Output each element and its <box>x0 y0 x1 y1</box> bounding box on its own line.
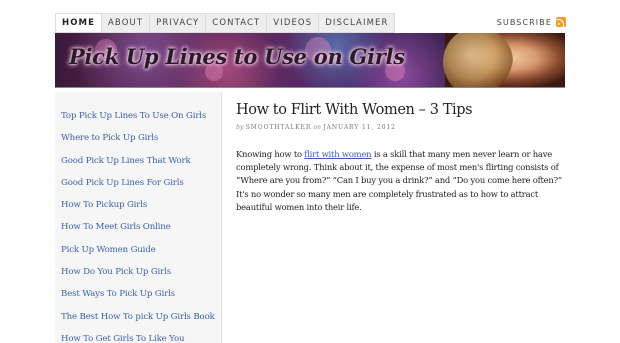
sidebar-item: How To Get Girls To Like You <box>55 326 221 343</box>
sidebar-link-best-book[interactable]: The Best How To pick Up Girls Book <box>61 312 215 322</box>
nav-contact[interactable]: CONTACT <box>206 13 268 33</box>
sidebar-link-where-to-pick-up[interactable]: Where to Pick Up Girls <box>61 133 158 143</box>
sidebar-item: How Do You Pick Up Girls <box>55 259 221 281</box>
blog-post: How to Flirt With Women – 3 Tips by SMOO… <box>236 102 566 214</box>
subscribe-label: SUBSCRIBE <box>496 17 552 27</box>
nav-about[interactable]: ABOUT <box>102 13 151 33</box>
sidebar-item: Good Pick Up Lines That Work <box>55 148 221 170</box>
byline-by: by <box>236 124 244 131</box>
sidebar-item: The Best How To pick Up Girls Book <box>55 304 221 326</box>
paragraph-text-start: Knowing how to <box>236 149 305 159</box>
post-paragraph: Knowing how to flirt with women is a ski… <box>236 148 566 214</box>
sidebar-link-list: Top Pick Up Lines To Use On Girls Where … <box>55 92 221 343</box>
subscribe-link[interactable]: SUBSCRIBE <box>497 17 566 27</box>
sidebar-link-top-pick-up-lines[interactable]: Top Pick Up Lines To Use On Girls <box>61 111 206 121</box>
sidebar-link-meet-girls-online[interactable]: How To Meet Girls Online <box>61 222 171 232</box>
nav-home[interactable]: HOME <box>55 13 103 33</box>
sidebar-link-good-lines-that-work[interactable]: Good Pick Up Lines That Work <box>61 156 191 166</box>
banner-photo-hair <box>443 33 513 87</box>
sidebar-link-pick-up-women-guide[interactable]: Pick Up Women Guide <box>61 245 156 255</box>
post-title[interactable]: How to Flirt With Women – 3 Tips <box>236 102 566 118</box>
sidebar-item: Good Pick Up Lines For Girls <box>55 170 221 192</box>
sidebar: Top Pick Up Lines To Use On Girls Where … <box>55 92 222 343</box>
post-byline: by SMOOTHTALKER on JANUARY 11, 2012 <box>236 124 566 131</box>
post-date: JANUARY 11, 2012 <box>323 124 396 131</box>
sidebar-link-best-ways[interactable]: Best Ways To Pick Up Girls <box>61 289 175 299</box>
sidebar-link-how-do-you-pick-up[interactable]: How Do You Pick Up Girls <box>61 267 171 277</box>
nav-disclaimer[interactable]: DISCLAIMER <box>319 13 396 33</box>
byline-on: on <box>313 124 322 131</box>
top-nav: HOME ABOUT PRIVACY CONTACT VIDEOS DISCLA… <box>55 13 396 33</box>
sidebar-item: Where to Pick Up Girls <box>55 125 221 147</box>
sidebar-item: Best Ways To Pick Up Girls <box>55 281 221 303</box>
site-title[interactable]: Pick Up Lines to Use on Girls <box>69 44 405 69</box>
sidebar-item: Top Pick Up Lines To Use On Girls <box>55 103 221 125</box>
nav-videos[interactable]: VIDEOS <box>267 13 320 33</box>
sidebar-item: How To Meet Girls Online <box>55 214 221 236</box>
site-banner[interactable]: Pick Up Lines to Use on Girls <box>55 33 565 88</box>
rss-icon[interactable] <box>556 17 566 27</box>
sidebar-link-good-lines-for-girls[interactable]: Good Pick Up Lines For Girls <box>61 178 184 188</box>
sidebar-link-get-girls-to-like-you[interactable]: How To Get Girls To Like You <box>61 334 185 343</box>
flirt-with-women-link[interactable]: flirt with women <box>304 149 371 159</box>
post-author[interactable]: SMOOTHTALKER <box>246 124 312 131</box>
sidebar-item: How To Pickup Girls <box>55 192 221 214</box>
sidebar-item: Pick Up Women Guide <box>55 237 221 259</box>
sidebar-link-how-to-pickup[interactable]: How To Pickup Girls <box>61 200 147 210</box>
nav-privacy[interactable]: PRIVACY <box>150 13 207 33</box>
